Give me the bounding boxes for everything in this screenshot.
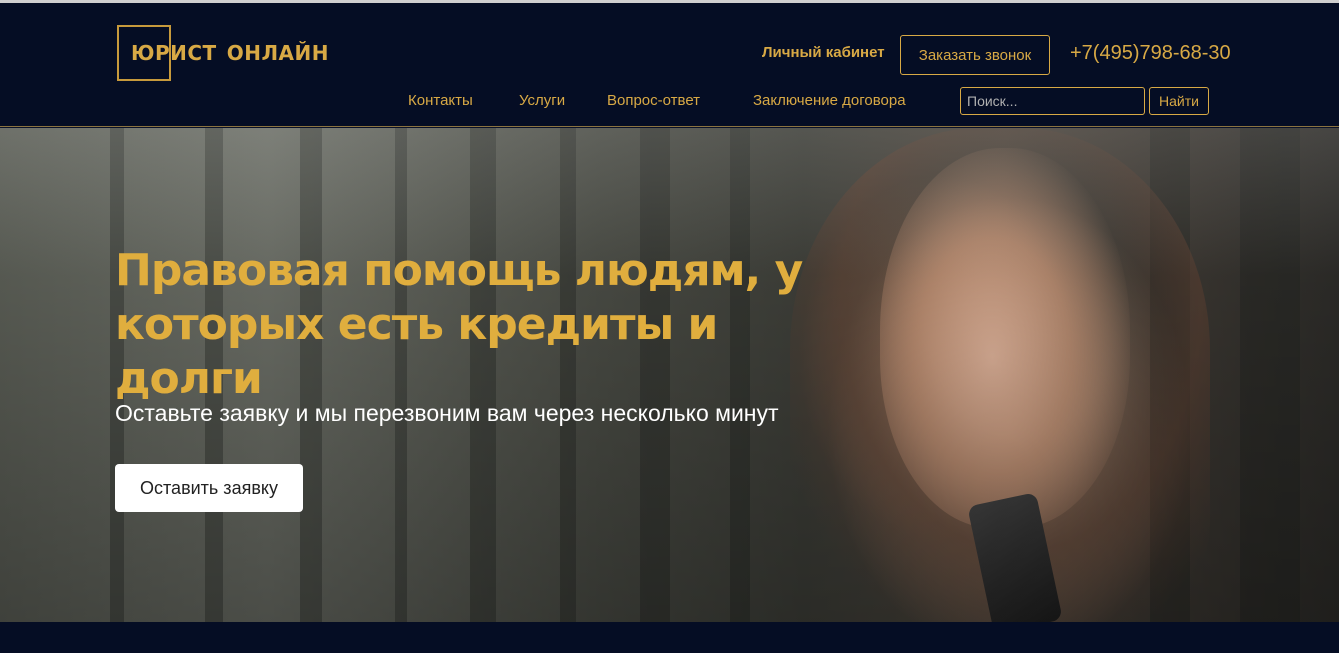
search-input[interactable] <box>960 87 1145 115</box>
nav-item-faq[interactable]: Вопрос-ответ <box>607 92 700 109</box>
site-logo[interactable]: ЮРИСТ ОНЛАЙН <box>117 25 329 81</box>
hero-title: Правовая помощь людям, у которых есть кр… <box>115 245 803 404</box>
submit-request-button[interactable]: Оставить заявку <box>115 464 303 512</box>
personal-cabinet-link[interactable]: Личный кабинет <box>762 44 885 61</box>
hero-banner: Правовая помощь людям, у которых есть кр… <box>0 128 1339 622</box>
logo-word-2: ОНЛАЙН <box>226 41 330 65</box>
nav-item-services[interactable]: Услуги <box>519 92 565 109</box>
search-button[interactable]: Найти <box>1149 87 1209 115</box>
nav-item-contacts[interactable]: Контакты <box>408 92 473 109</box>
phone-link[interactable]: +7(495)798-68-30 <box>1070 42 1231 65</box>
logo-text: ЮРИСТ ОНЛАЙН <box>117 41 329 65</box>
order-callback-button[interactable]: Заказать звонок <box>900 35 1050 75</box>
logo-word-1: ЮРИСТ <box>131 41 217 65</box>
hero-subtitle: Оставьте заявку и мы перезвоним вам чере… <box>115 400 779 426</box>
page-bottom-strip <box>0 622 1339 653</box>
site-header: ЮРИСТ ОНЛАЙН Личный кабинет Заказать звон… <box>0 0 1339 127</box>
nav-item-contract[interactable]: Заключение договора <box>753 92 906 109</box>
